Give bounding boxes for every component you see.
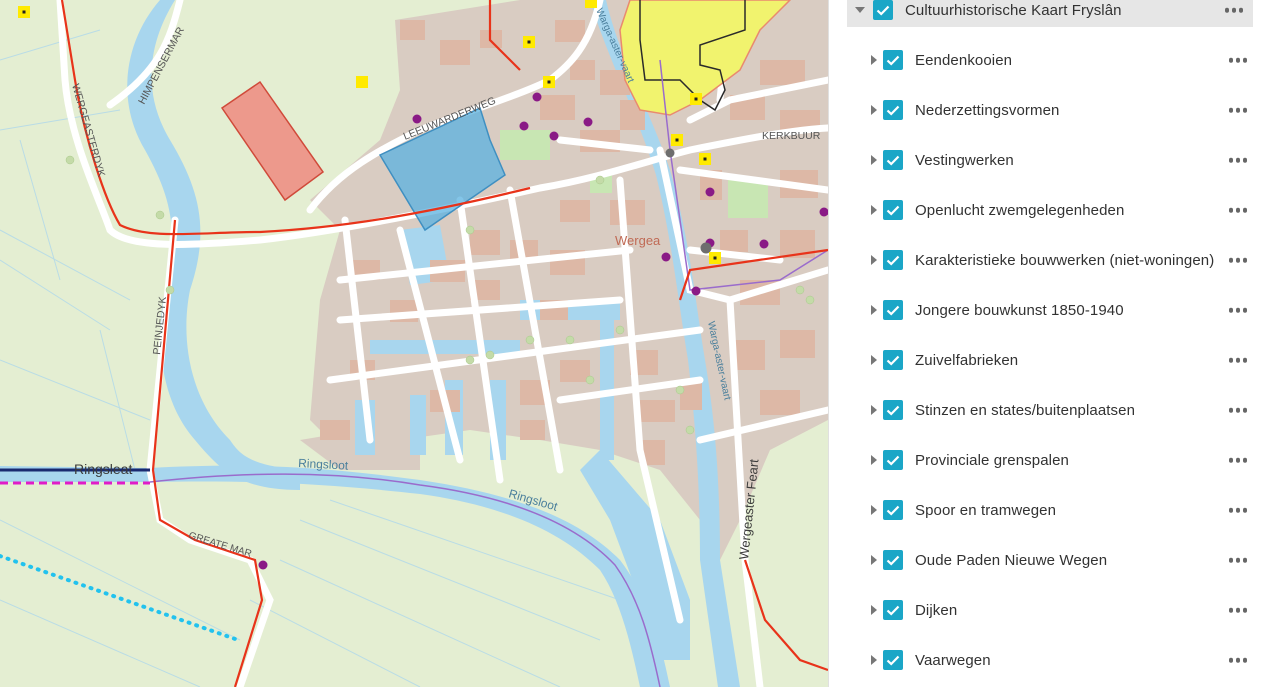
checkbox-checked-icon[interactable] bbox=[883, 150, 903, 170]
layer-label: Eendenkooien bbox=[915, 51, 1013, 69]
layer-row-jongere-bouwkunst[interactable]: Jongere bouwkunst 1850-1940 bbox=[829, 290, 1269, 330]
expand-caret-icon[interactable] bbox=[871, 355, 877, 365]
layer-row-nederzettingsvormen[interactable]: Nederzettingsvormen bbox=[829, 90, 1269, 130]
street-label-kerkbuurt: KERKBUUR bbox=[762, 130, 821, 142]
more-options-icon[interactable] bbox=[1228, 357, 1247, 363]
layer-row-vaarwegen[interactable]: Vaarwegen bbox=[829, 640, 1269, 680]
more-options-icon[interactable] bbox=[1228, 457, 1247, 463]
expand-caret-icon[interactable] bbox=[871, 455, 877, 465]
checkbox-checked-icon[interactable] bbox=[883, 300, 903, 320]
water-label-ringsloot-1: Ringsloot bbox=[298, 456, 349, 473]
expand-caret-icon[interactable] bbox=[871, 655, 877, 665]
checkbox-checked-icon[interactable] bbox=[873, 0, 893, 20]
expand-caret-icon[interactable] bbox=[871, 605, 877, 615]
layer-label: Stinzen en states/buitenplaatsen bbox=[915, 401, 1136, 419]
checkbox-checked-icon[interactable] bbox=[883, 550, 903, 570]
checkbox-checked-icon[interactable] bbox=[883, 650, 903, 670]
expand-caret-icon[interactable] bbox=[871, 205, 877, 215]
layer-row-provinciale-grenspalen[interactable]: Provinciale grenspalen bbox=[829, 440, 1269, 480]
more-options-icon[interactable] bbox=[1228, 157, 1247, 163]
expand-caret-icon[interactable] bbox=[871, 505, 877, 515]
layer-row-stinzen-en-states[interactable]: Stinzen en states/buitenplaatsen bbox=[829, 390, 1269, 430]
more-options-icon[interactable] bbox=[1228, 107, 1247, 113]
map-view[interactable]: Wergea LEEUWARDERWEG KERKBUUR WERGEASTER… bbox=[0, 0, 828, 687]
layer-row-spoor-en-tramwegen[interactable]: Spoor en tramwegen bbox=[829, 490, 1269, 530]
checkbox-checked-icon[interactable] bbox=[883, 350, 903, 370]
more-options-icon[interactable] bbox=[1228, 57, 1247, 63]
layer-row-openlucht-zwemgelegenheden[interactable]: Openlucht zwemgelegenheden bbox=[829, 190, 1269, 230]
expand-caret-icon[interactable] bbox=[871, 255, 877, 265]
layer-group-label: Cultuurhistorische Kaart Fryslân bbox=[905, 1, 1122, 19]
collapse-caret-icon[interactable] bbox=[855, 7, 865, 13]
more-options-icon[interactable] bbox=[1228, 607, 1247, 613]
expand-caret-icon[interactable] bbox=[871, 105, 877, 115]
layer-list-panel: Cultuurhistorische Kaart Fryslân Eendenk… bbox=[828, 0, 1270, 687]
more-options-icon[interactable] bbox=[1228, 557, 1247, 563]
more-options-icon[interactable] bbox=[1228, 307, 1247, 313]
expand-caret-icon[interactable] bbox=[871, 555, 877, 565]
more-options-icon[interactable] bbox=[1228, 657, 1247, 663]
layer-row-karakteristieke-bouwwerken[interactable]: Karakteristieke bouwwerken (niet-woninge… bbox=[829, 240, 1269, 280]
layer-label: Openlucht zwemgelegenheden bbox=[915, 201, 1125, 219]
layer-group-row[interactable]: Cultuurhistorische Kaart Fryslân bbox=[847, 0, 1253, 27]
checkbox-checked-icon[interactable] bbox=[883, 400, 903, 420]
layer-label: Dijken bbox=[915, 601, 958, 619]
layer-label: Oude Paden Nieuwe Wegen bbox=[915, 551, 1108, 569]
town-label-wergea: Wergea bbox=[615, 233, 661, 248]
layer-label: Karakteristieke bouwwerken (niet-woninge… bbox=[915, 251, 1215, 269]
more-options-icon[interactable] bbox=[1228, 507, 1247, 513]
checkbox-checked-icon[interactable] bbox=[883, 600, 903, 620]
checkbox-checked-icon[interactable] bbox=[883, 250, 903, 270]
more-options-icon[interactable] bbox=[1228, 207, 1247, 213]
layer-row-eendenkooien[interactable]: Eendenkooien bbox=[829, 40, 1269, 80]
checkbox-checked-icon[interactable] bbox=[883, 50, 903, 70]
checkbox-checked-icon[interactable] bbox=[883, 100, 903, 120]
layer-row-vestingwerken[interactable]: Vestingwerken bbox=[829, 140, 1269, 180]
layer-row-oude-paden-nieuwe-wegen[interactable]: Oude Paden Nieuwe Wegen bbox=[829, 540, 1269, 580]
checkbox-checked-icon[interactable] bbox=[883, 500, 903, 520]
expand-caret-icon[interactable] bbox=[871, 405, 877, 415]
layer-label: Vestingwerken bbox=[915, 151, 1014, 169]
layer-label: Zuivelfabrieken bbox=[915, 351, 1019, 369]
expand-caret-icon[interactable] bbox=[871, 305, 877, 315]
more-options-icon[interactable] bbox=[1228, 407, 1247, 413]
layer-row-zuivelfabrieken[interactable]: Zuivelfabrieken bbox=[829, 340, 1269, 380]
water-label-ringsleat: Ringsleat bbox=[74, 461, 132, 477]
layer-label: Provinciale grenspalen bbox=[915, 451, 1069, 469]
expand-caret-icon[interactable] bbox=[871, 155, 877, 165]
more-options-icon[interactable] bbox=[1224, 7, 1243, 13]
layer-label: Jongere bouwkunst 1850-1940 bbox=[915, 301, 1124, 319]
checkbox-checked-icon[interactable] bbox=[883, 450, 903, 470]
layer-label: Spoor en tramwegen bbox=[915, 501, 1057, 519]
more-options-icon[interactable] bbox=[1228, 257, 1247, 263]
layer-label: Vaarwegen bbox=[915, 651, 991, 669]
expand-caret-icon[interactable] bbox=[871, 55, 877, 65]
checkbox-checked-icon[interactable] bbox=[883, 200, 903, 220]
layer-row-dijken[interactable]: Dijken bbox=[829, 590, 1269, 630]
layer-label: Nederzettingsvormen bbox=[915, 101, 1060, 119]
